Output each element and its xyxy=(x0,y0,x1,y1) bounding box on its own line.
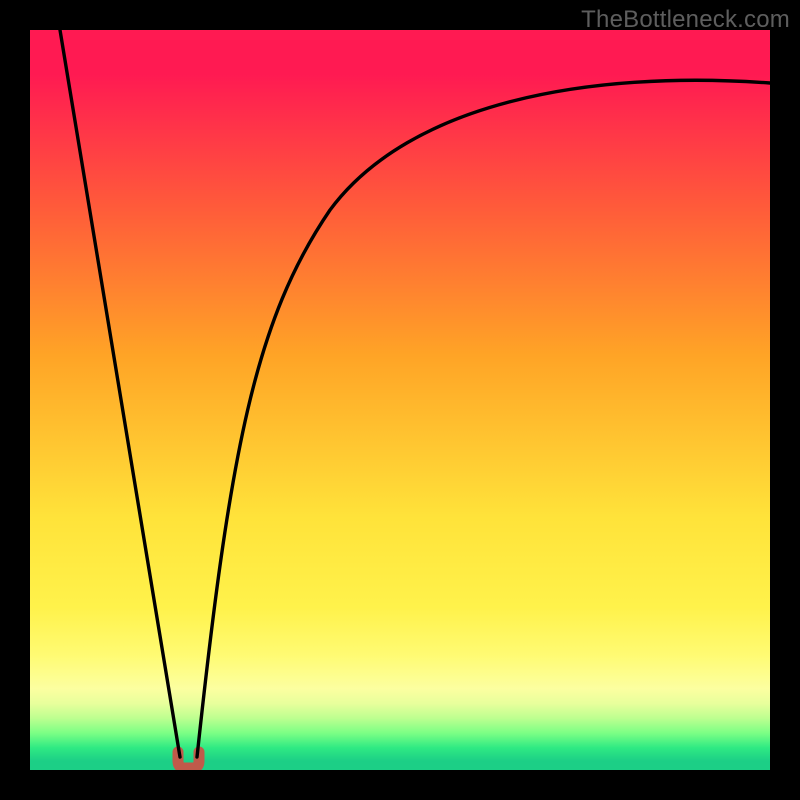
curve-right-branch xyxy=(197,80,770,757)
curve-left-branch xyxy=(60,30,180,757)
curve-layer xyxy=(30,30,770,770)
chart-frame: TheBottleneck.com xyxy=(0,0,800,800)
watermark-text: TheBottleneck.com xyxy=(581,6,790,34)
plot-area xyxy=(30,30,770,770)
